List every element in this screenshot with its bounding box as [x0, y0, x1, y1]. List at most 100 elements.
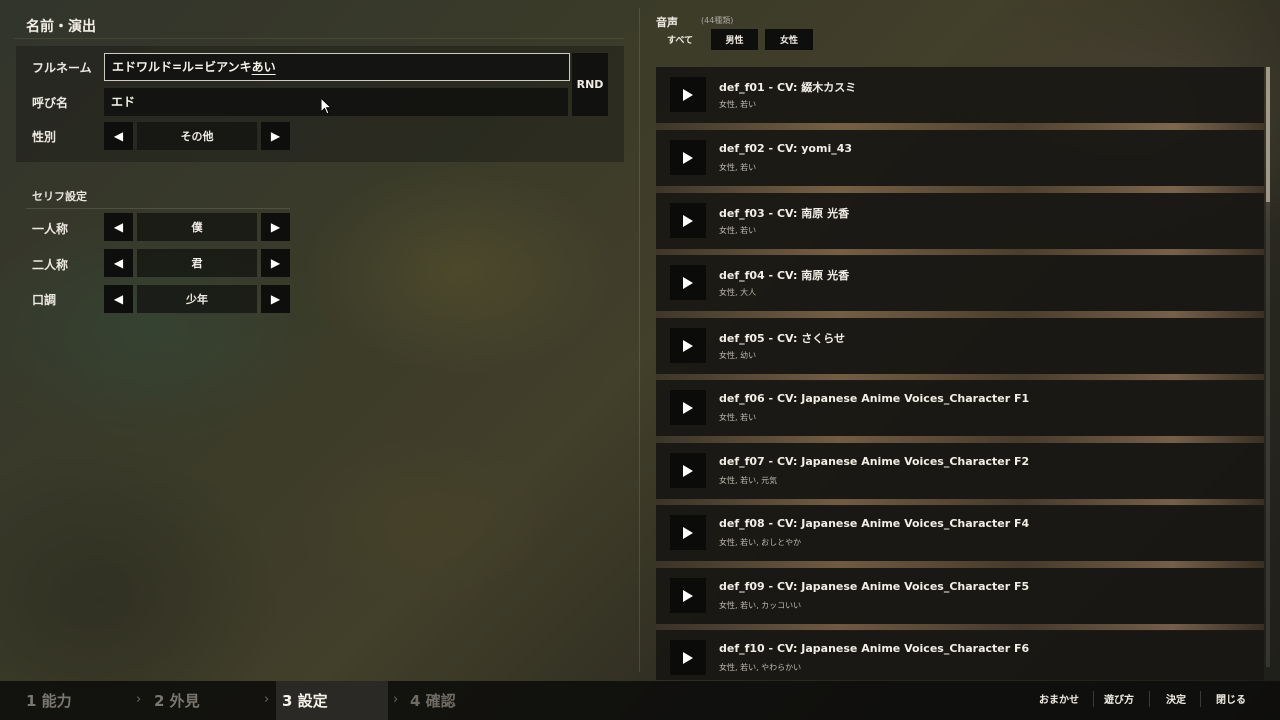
howto-button[interactable]: 遊び方	[1104, 691, 1134, 706]
voice-name: def_f05 - CV: さくらせ	[719, 332, 846, 345]
left-triangle-icon: ◀	[113, 220, 124, 234]
voice-tags: 女性, 若い	[719, 413, 757, 422]
right-triangle-icon: ▶	[270, 220, 281, 234]
play-icon	[683, 276, 693, 289]
decide-button[interactable]: 決定	[1166, 691, 1186, 706]
voice-item[interactable]: def_f06 - CV: Japanese Anime Voices_Char…	[656, 380, 1264, 436]
filter-tab-female[interactable]: 女性	[765, 29, 813, 50]
voice-separator	[656, 436, 1264, 443]
voice-name: def_f04 - CV: 南原 光香	[719, 269, 850, 282]
voice-tags: 女性, 若い	[719, 226, 757, 235]
first-person-prev-button[interactable]: ◀	[104, 213, 133, 241]
play-button[interactable]	[670, 77, 706, 112]
voice-name: def_f08 - CV: Japanese Anime Voices_Char…	[719, 517, 1030, 530]
chevron-right-icon: ›	[264, 692, 270, 707]
first-person-next-button[interactable]: ▶	[261, 213, 290, 241]
gender-value: その他	[137, 122, 257, 150]
play-button[interactable]	[670, 390, 706, 425]
voice-item[interactable]: def_f10 - CV: Japanese Anime Voices_Char…	[656, 630, 1264, 680]
fullname-committed-text: エドワルド=ル=ビアンキ	[112, 60, 252, 74]
left-triangle-icon: ◀	[113, 292, 124, 306]
title-divider	[14, 38, 624, 39]
gender-prev-button[interactable]: ◀	[104, 122, 133, 150]
second-person-prev-button[interactable]: ◀	[104, 249, 133, 277]
step-tab-confirm[interactable]: 4 確認	[410, 681, 456, 720]
fullname-input[interactable]: エドワルド=ル=ビアンキあい	[104, 53, 570, 81]
first-person-stepper: ◀ 僕 ▶	[104, 213, 290, 241]
play-button[interactable]	[670, 203, 706, 238]
right-triangle-icon: ▶	[270, 256, 281, 270]
voice-scrollbar-thumb[interactable]	[1266, 67, 1270, 202]
play-icon	[683, 88, 693, 101]
voice-separator	[656, 123, 1264, 130]
voice-list[interactable]: def_f01 - CV: 綴木カスミ 女性, 若い def_f02 - CV:…	[656, 67, 1266, 680]
section-title: 名前・演出	[26, 19, 96, 35]
voice-tags: 女性, 若い, おしとやか	[719, 538, 802, 547]
action-separator	[1200, 691, 1201, 707]
chevron-right-icon: ›	[393, 692, 399, 707]
close-button[interactable]: 閉じる	[1216, 691, 1246, 706]
voice-separator	[656, 311, 1264, 318]
play-button[interactable]	[670, 265, 706, 300]
voice-item[interactable]: def_f07 - CV: Japanese Anime Voices_Char…	[656, 443, 1264, 499]
voice-item[interactable]: def_f09 - CV: Japanese Anime Voices_Char…	[656, 568, 1264, 624]
random-all-button[interactable]: おまかせ	[1039, 691, 1079, 706]
play-button[interactable]	[670, 140, 706, 175]
voice-item[interactable]: def_f03 - CV: 南原 光香 女性, 若い	[656, 193, 1264, 249]
voice-item[interactable]: def_f01 - CV: 綴木カスミ 女性, 若い	[656, 67, 1264, 123]
play-button[interactable]	[670, 515, 706, 550]
right-triangle-icon: ▶	[270, 292, 281, 306]
bottom-bar: 1 能力 › 2 外見 › 3 設定 › 4 確認	[0, 681, 1280, 720]
filter-tab-all[interactable]: すべて	[656, 29, 704, 50]
speech-divider	[26, 208, 290, 209]
voice-name: def_f02 - CV: yomi_43	[719, 142, 853, 155]
action-separator	[1149, 691, 1150, 707]
nickname-label: 呼び名	[32, 96, 69, 110]
voice-item[interactable]: def_f05 - CV: さくらせ 女性, 幼い	[656, 318, 1264, 374]
gender-label: 性別	[32, 130, 57, 144]
voice-tags: 女性, 大人	[719, 288, 757, 297]
chevron-right-icon: ›	[136, 692, 142, 707]
step-tab-settings[interactable]: 3 設定	[276, 681, 388, 720]
left-triangle-icon: ◀	[113, 256, 124, 270]
play-icon	[683, 589, 693, 602]
fullname-label: フルネーム	[32, 61, 92, 75]
voice-item[interactable]: def_f04 - CV: 南原 光香 女性, 大人	[656, 255, 1264, 311]
play-icon	[683, 401, 693, 414]
voice-name: def_f06 - CV: Japanese Anime Voices_Char…	[719, 392, 1030, 405]
voice-item[interactable]: def_f02 - CV: yomi_43 女性, 若い	[656, 130, 1264, 186]
voice-tags: 女性, 若い, やわらかい	[719, 663, 802, 672]
play-button[interactable]	[670, 328, 706, 363]
fullname-ime-text: あい	[251, 60, 276, 74]
voice-name: def_f10 - CV: Japanese Anime Voices_Char…	[719, 642, 1030, 655]
step-tab-appearance[interactable]: 2 外見	[154, 681, 200, 720]
gender-stepper: ◀ その他 ▶	[104, 122, 290, 150]
right-triangle-icon: ▶	[270, 129, 281, 143]
voice-tags: 女性, 幼い	[719, 351, 757, 360]
second-person-label: 二人称	[32, 258, 69, 272]
tone-prev-button[interactable]: ◀	[104, 285, 133, 313]
gender-next-button[interactable]: ▶	[261, 122, 290, 150]
voice-name: def_f01 - CV: 綴木カスミ	[719, 81, 857, 94]
second-person-next-button[interactable]: ▶	[261, 249, 290, 277]
voice-separator	[656, 561, 1264, 568]
play-button[interactable]	[670, 578, 706, 613]
voice-section-title: 音声	[656, 16, 678, 29]
voice-name: def_f03 - CV: 南原 光香	[719, 207, 850, 220]
play-icon	[683, 464, 693, 477]
voice-tags: 女性, 若い, 元気	[719, 476, 778, 485]
action-separator	[1093, 691, 1094, 707]
step-tab-ability[interactable]: 1 能力	[26, 681, 72, 720]
voice-name: def_f09 - CV: Japanese Anime Voices_Char…	[719, 580, 1030, 593]
random-name-button[interactable]: RND	[572, 53, 608, 116]
nickname-input[interactable]: エド	[104, 88, 568, 116]
speech-section-title: セリフ設定	[32, 190, 87, 203]
play-button[interactable]	[670, 453, 706, 488]
filter-tab-male[interactable]: 男性	[711, 29, 758, 50]
first-person-value: 僕	[137, 213, 257, 241]
play-button[interactable]	[670, 640, 706, 675]
tone-next-button[interactable]: ▶	[261, 285, 290, 313]
tone-label: 口調	[32, 293, 57, 307]
panel-divider	[639, 8, 640, 672]
voice-item[interactable]: def_f08 - CV: Japanese Anime Voices_Char…	[656, 505, 1264, 561]
